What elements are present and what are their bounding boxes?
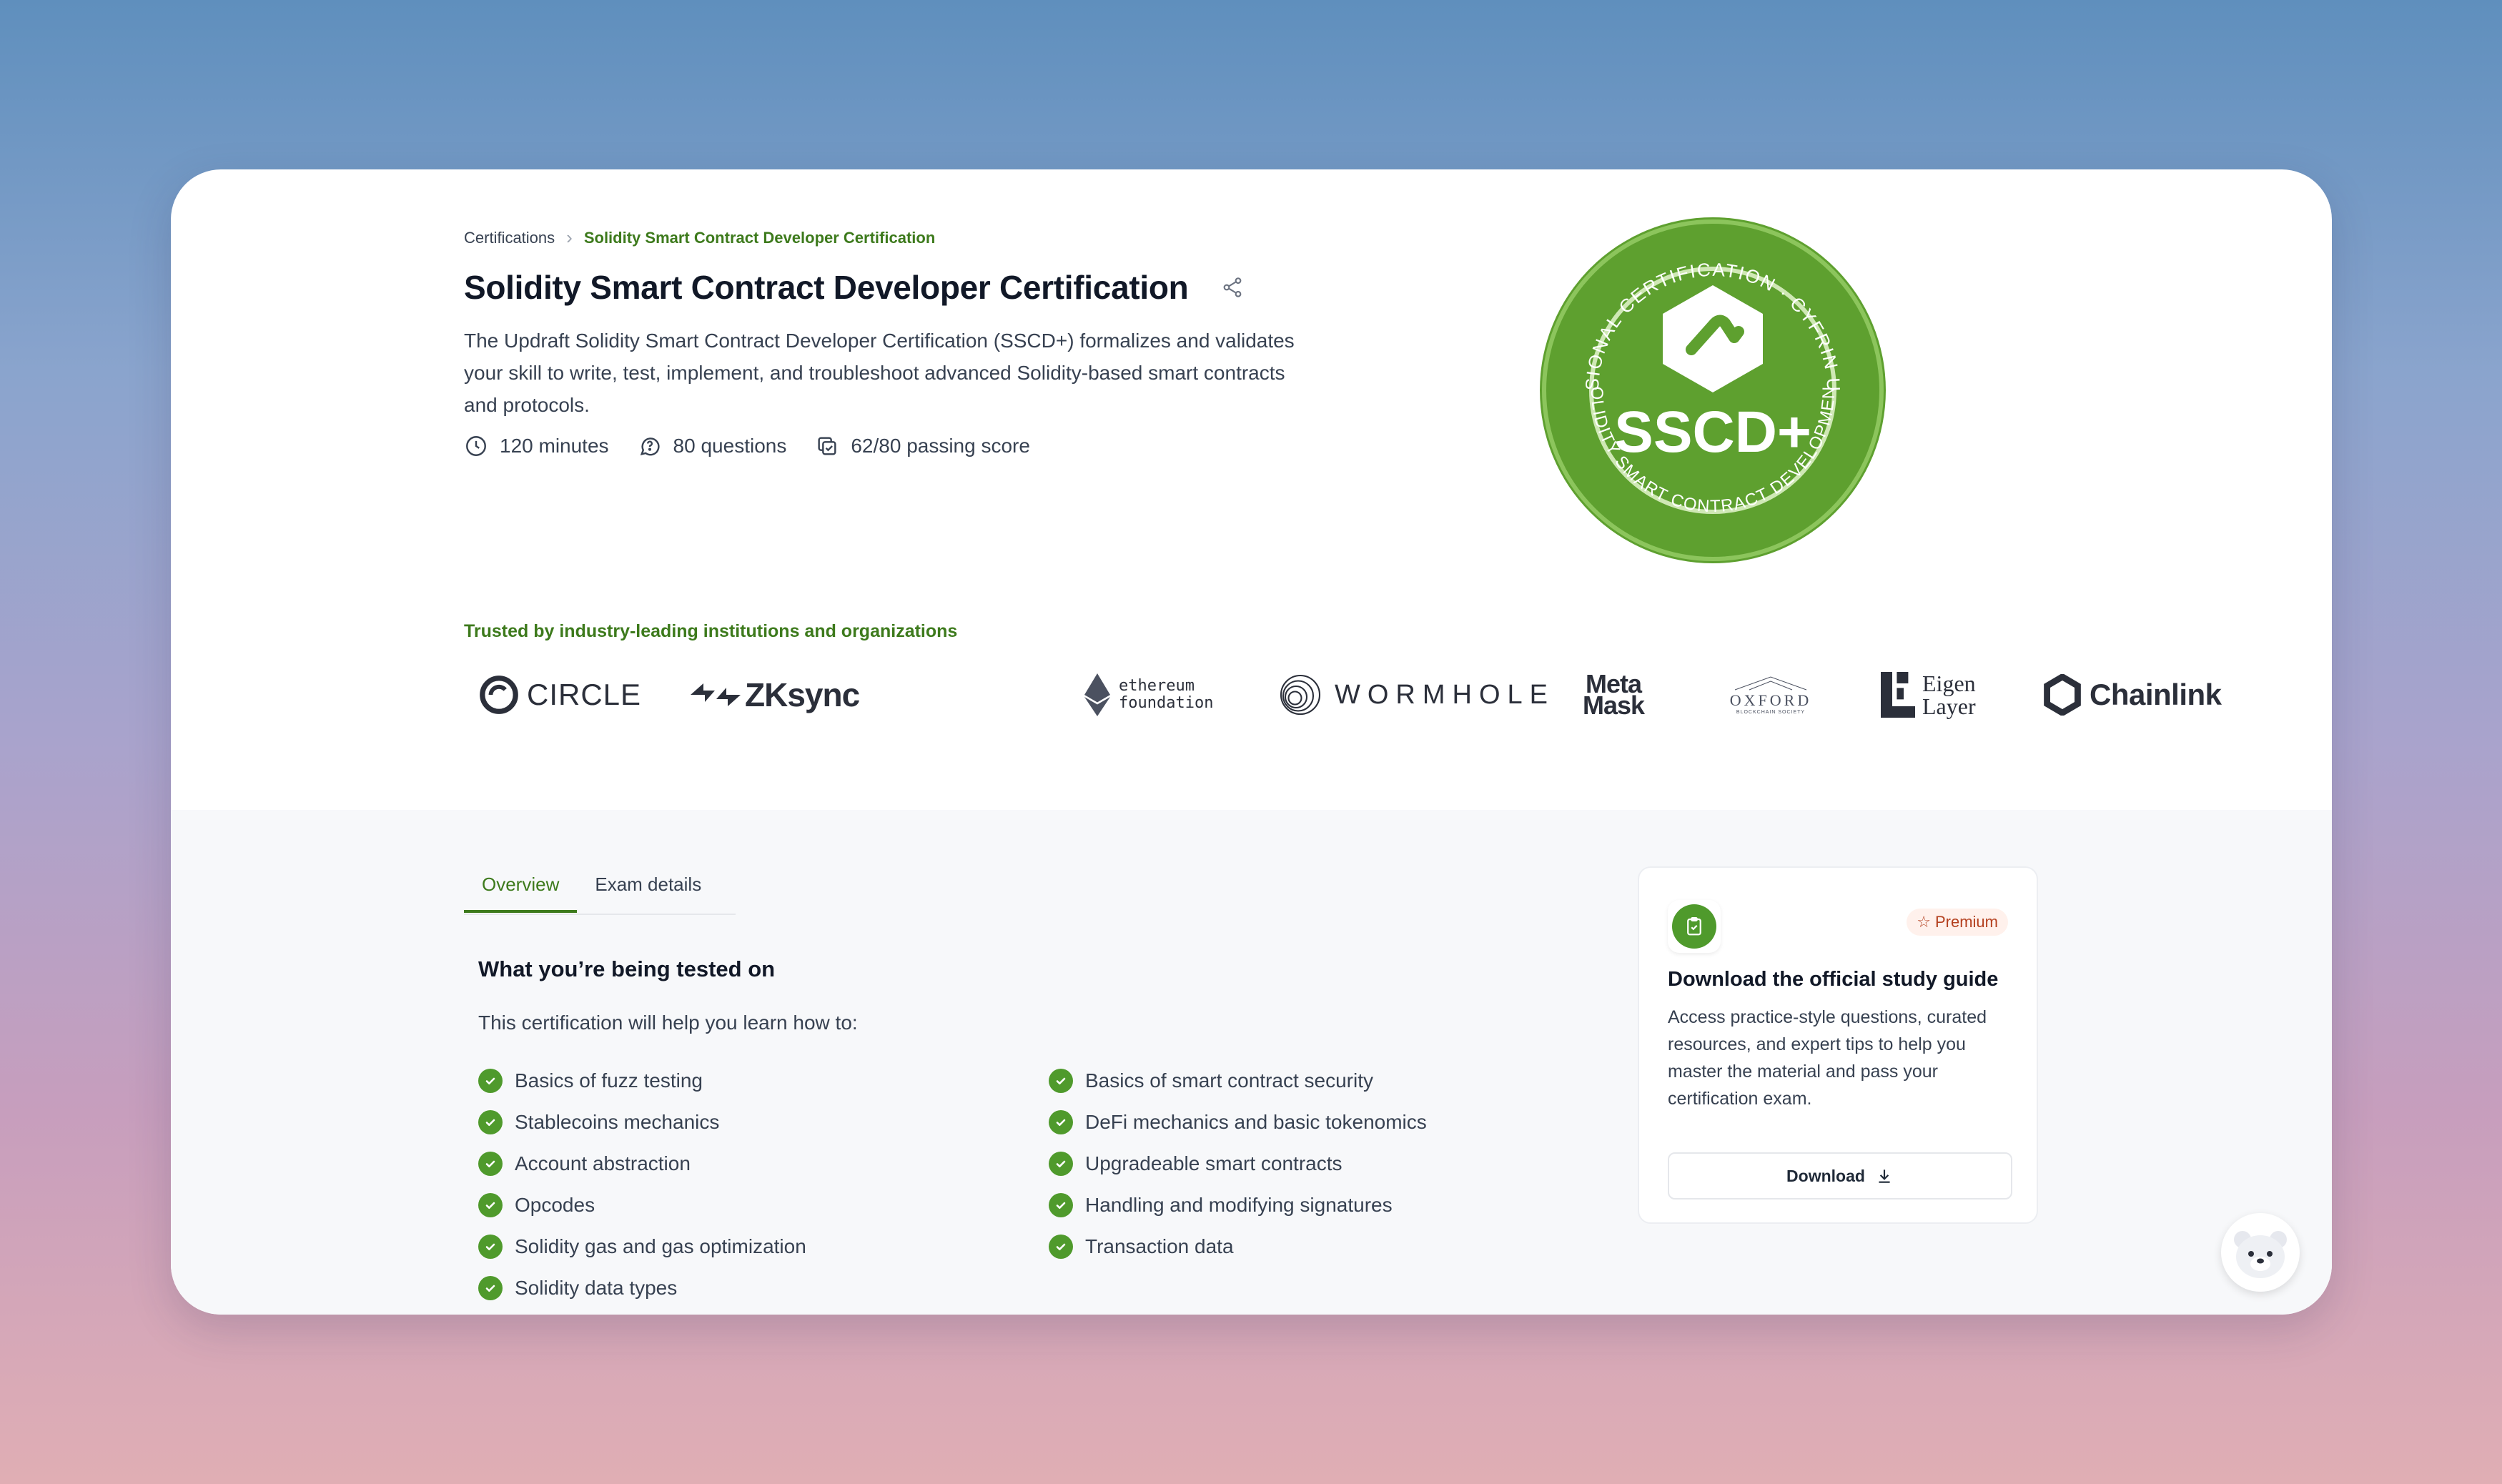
meta-duration-label: 120 minutes	[500, 435, 609, 457]
list-item: Solidity gas and gas optimization	[478, 1226, 806, 1267]
list-item: Handling and modifying signatures	[1049, 1184, 1427, 1226]
ethereum-logo-text-1: ethereum	[1119, 677, 1195, 695]
check-circle-icon	[1049, 1110, 1073, 1134]
download-button-label: Download	[1786, 1166, 1865, 1185]
check-circle-icon	[478, 1276, 503, 1300]
check-circle-icon	[478, 1152, 503, 1176]
topic-label: Basics of smart contract security	[1085, 1069, 1374, 1092]
circle-logo: CIRCLE	[478, 663, 641, 727]
check-circle-icon	[1049, 1235, 1073, 1259]
tabs: Overview Exam details	[464, 874, 719, 913]
chainlink-logo-text: Chainlink	[2090, 678, 2222, 711]
clipboard-check-icon	[1672, 904, 1716, 949]
list-item: Basics of smart contract security	[1049, 1060, 1427, 1102]
list-item: Opcodes	[478, 1184, 806, 1226]
guide-description: Access practice-style questions, curated…	[1668, 1007, 1987, 1109]
oxford-logo-text: OXFORD	[1729, 691, 1812, 709]
ethereum-logo-text-2: foundation	[1119, 694, 1214, 712]
list-item: Stablecoins mechanics	[478, 1102, 806, 1143]
list-item: Transaction data	[1049, 1226, 1427, 1267]
tab-exam-details[interactable]: Exam details	[577, 874, 719, 913]
zksync-logo-text: ZKsync	[745, 676, 860, 713]
oxford-logo: OXFORD BLOCKCHAIN SOCIETY	[1728, 663, 1814, 727]
metamask-logo: Meta Mask	[1583, 663, 1645, 727]
breadcrumb-current: Solidity Smart Contract Developer Certif…	[583, 228, 936, 247]
breadcrumb-certifications[interactable]: Certifications	[464, 229, 555, 247]
list-item: Account abstraction	[478, 1143, 806, 1184]
guide-icon-frame	[1668, 900, 1721, 953]
certification-card: Certifications › Solidity Smart Contract…	[171, 169, 2332, 1315]
topic-label: Upgradeable smart contracts	[1085, 1152, 1343, 1174]
chat-question-icon	[640, 437, 660, 456]
ethereum-logo: ethereum foundation	[1084, 663, 1213, 727]
circle-logo-text: CIRCLE	[527, 678, 642, 711]
chainlink-logo: Chainlink	[2044, 663, 2222, 727]
title-row: Solidity Smart Contract Developer Certif…	[464, 268, 1245, 307]
check-circle-icon	[478, 1235, 503, 1259]
sscd-badge: PROFESSIONAL CERTIFICATION · CYFRIN UPDR…	[1540, 217, 1886, 563]
list-item: Basics of fuzz testing	[478, 1060, 806, 1102]
topic-label: Opcodes	[515, 1194, 595, 1216]
copy-check-icon	[818, 437, 836, 455]
topics-list-right: Basics of smart contract security DeFi m…	[1049, 1060, 1427, 1267]
metamask-logo-text-2: Mask	[1583, 691, 1645, 720]
tested-intro: This certification will help you learn h…	[478, 1011, 858, 1034]
trusted-heading: Trusted by industry-leading institutions…	[464, 621, 958, 641]
check-circle-icon	[1049, 1152, 1073, 1176]
share-icon[interactable]	[1220, 274, 1245, 300]
page-description: The Updraft Solidity Smart Contract Deve…	[464, 330, 1295, 416]
topics-list-left: Basics of fuzz testing Stablecoins mecha…	[478, 1060, 806, 1309]
premium-badge: ☆ Premium	[1907, 909, 2008, 936]
exam-meta: 120 minutes 80 questions 62/80 passing s…	[464, 434, 1059, 458]
topic-label: Account abstraction	[515, 1152, 691, 1174]
topic-label: Stablecoins mechanics	[515, 1111, 720, 1133]
eigenlayer-logo-text-2: Layer	[1922, 693, 1976, 719]
check-circle-icon	[478, 1110, 503, 1134]
clock-icon	[466, 436, 486, 456]
list-item: Solidity data types	[478, 1267, 806, 1309]
badge-label: SSCD+	[1614, 400, 1811, 465]
wormhole-logo: WORMHOLE	[1279, 663, 1555, 727]
eigenlayer-logo: Eigen Layer	[1879, 663, 1976, 727]
topic-label: Handling and modifying signatures	[1085, 1194, 1393, 1216]
list-item: Upgradeable smart contracts	[1049, 1143, 1427, 1184]
zksync-logo: ZKsync	[691, 663, 860, 727]
meta-questions-label: 80 questions	[673, 435, 787, 457]
breadcrumb: Certifications › Solidity Smart Contract…	[464, 227, 935, 249]
check-circle-icon	[1049, 1193, 1073, 1217]
download-button[interactable]: Download	[1668, 1152, 2012, 1199]
check-circle-icon	[478, 1069, 503, 1093]
check-circle-icon	[478, 1193, 503, 1217]
wormhole-logo-text: WORMHOLE	[1335, 679, 1555, 710]
topic-label: Transaction data	[1085, 1235, 1234, 1257]
topic-label: Solidity data types	[515, 1277, 678, 1299]
partner-logos: CIRCLE ZKsync ethereum foundation WORMHO…	[478, 663, 2222, 727]
bear-mascot-icon[interactable]	[2221, 1213, 2300, 1292]
premium-label: Premium	[1934, 913, 1998, 931]
check-circle-icon	[1049, 1069, 1073, 1093]
study-guide-card: ☆ Premium Download the official study gu…	[1638, 866, 2038, 1224]
meta-passing: 62/80 passing score	[815, 434, 1030, 458]
tested-heading: What you’re being tested on	[478, 956, 776, 981]
oxford-logo-subtext: BLOCKCHAIN SOCIETY	[1736, 709, 1806, 715]
list-item: DeFi mechanics and basic tokenomics	[1049, 1102, 1427, 1143]
tabs-divider	[464, 914, 736, 915]
meta-duration: 120 minutes	[464, 434, 609, 458]
meta-questions: 80 questions	[638, 434, 787, 458]
meta-passing-label: 62/80 passing score	[851, 435, 1030, 457]
topic-label: Solidity gas and gas optimization	[515, 1235, 806, 1257]
download-icon	[1879, 1169, 1890, 1183]
page-title: Solidity Smart Contract Developer Certif…	[464, 269, 1189, 306]
guide-title: Download the official study guide	[1668, 968, 1999, 991]
topic-label: Basics of fuzz testing	[515, 1069, 703, 1092]
topic-label: DeFi mechanics and basic tokenomics	[1085, 1111, 1427, 1133]
star-icon: ☆	[1917, 913, 1931, 931]
eigenlayer-logo-text-1: Eigen	[1922, 671, 1976, 696]
chevron-right-icon: ›	[566, 227, 573, 248]
tab-overview[interactable]: Overview	[464, 874, 578, 913]
